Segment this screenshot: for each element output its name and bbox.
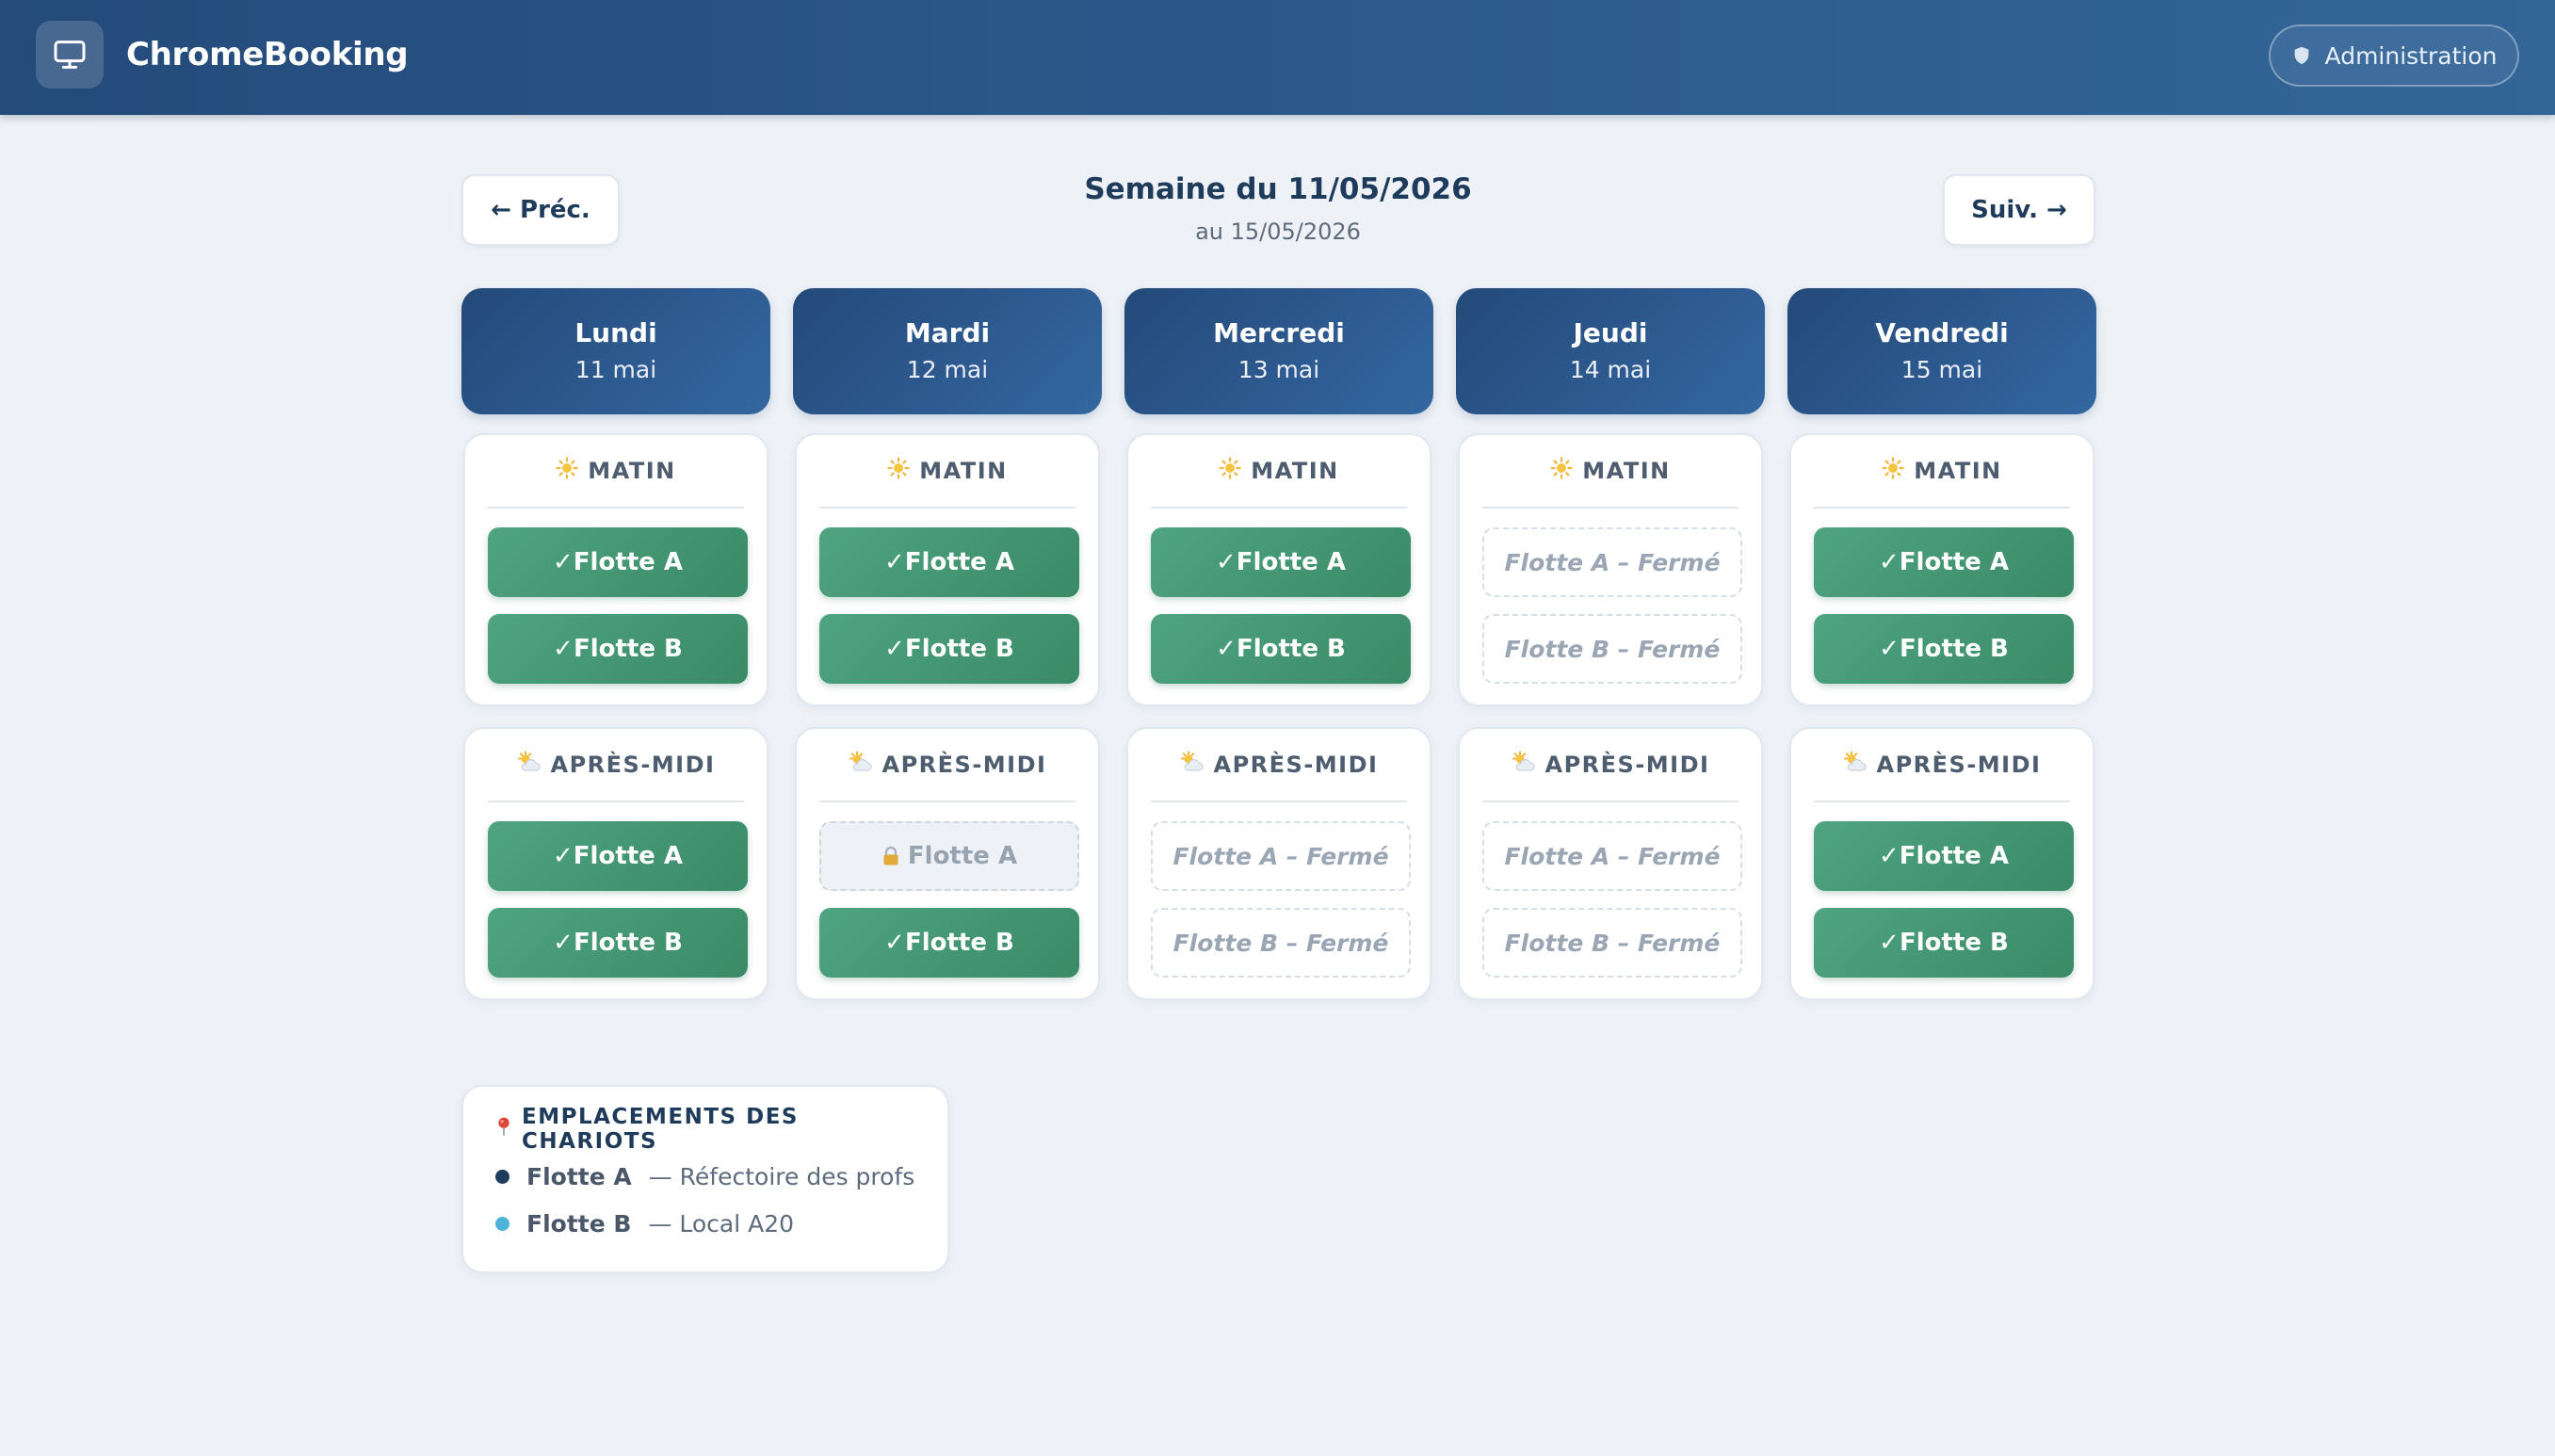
day-name: Mardi [904,317,991,348]
location-place: — Local A20 [648,1209,795,1238]
day-column-lundi: Lundi 11 mai MATIN ✓Flotte A ✓Flotte B APRÈS-… [461,288,770,1000]
app-title: ChromeBooking [126,36,409,73]
sun-cloud-icon [517,751,542,779]
book-fleet-button[interactable]: ✓Flotte B [819,908,1079,978]
book-fleet-button[interactable]: ✓Flotte B [488,908,748,978]
fleet-closed-slot: Flotte B – Fermé [1482,908,1742,978]
day-header: Vendredi 15 mai [1787,288,2096,414]
shield-icon [2294,46,2308,65]
sun-icon [1550,457,1573,485]
sun-cloud-icon [1512,751,1536,779]
next-week-button[interactable]: Suiv. → [1943,174,2095,246]
location-row: Flotte A — Réfectoire des profs [495,1153,915,1200]
location-fleet: Flotte B [526,1209,632,1238]
monitor-icon [36,21,104,89]
day-header: Mardi 12 mai [793,288,1102,414]
day-date: 15 mai [1900,356,1983,383]
day-name: Lundi [574,317,657,348]
day-date: 12 mai [906,356,989,383]
day-name: Jeudi [1573,317,1648,348]
map-pin-icon [495,1116,512,1142]
slot-label: MATIN [1814,435,2070,509]
cart-locations-title: EMPLACEMENTS DES CHARIOTS [495,1105,915,1154]
book-fleet-button[interactable]: ✓Flotte A [1814,821,2074,891]
morning-slot: MATIN Flotte A – Fermé Flotte B – Fermé [1458,433,1763,706]
fleet-booked-slot: Flotte A [819,821,1079,891]
morning-slot: MATIN ✓Flotte A ✓Flotte B [1789,433,2094,706]
fleet-closed-slot: Flotte A – Fermé [1482,821,1742,891]
book-fleet-button[interactable]: ✓Flotte B [1151,614,1411,684]
fleet-closed-slot: Flotte A – Fermé [1482,527,1742,597]
day-column-mercredi: Mercredi 13 mai MATIN ✓Flotte A ✓Flotte B APR… [1124,288,1433,1000]
book-fleet-button[interactable]: ✓Flotte B [819,614,1079,684]
book-fleet-button[interactable]: ✓Flotte A [819,527,1079,597]
sun-icon [1882,457,1904,485]
day-date: 11 mai [574,356,657,383]
slot-label: APRÈS-MIDI [1814,729,2070,802]
afternoon-slot: APRÈS-MIDI Flotte A – Fermé Flotte B – Fer… [1458,727,1763,1000]
sun-cloud-icon [1180,751,1205,779]
fleet-closed-slot: Flotte B – Fermé [1151,908,1411,978]
day-name: Mercredi [1213,317,1345,348]
day-header: Mercredi 13 mai [1124,288,1433,414]
sun-icon [1219,457,1241,485]
afternoon-slot: APRÈS-MIDI Flotte A ✓Flotte B [795,727,1100,1000]
day-date: 14 mai [1569,356,1652,383]
location-place: — Réfectoire des profs [648,1162,915,1190]
slot-label: APRÈS-MIDI [819,729,1075,802]
day-header: Lundi 11 mai [461,288,770,414]
book-fleet-button[interactable]: ✓Flotte B [1814,614,2074,684]
fleet-color-dot [495,1216,509,1231]
day-column-mardi: Mardi 12 mai MATIN ✓Flotte A ✓Flotte B APRÈS-… [793,288,1102,1000]
morning-slot: MATIN ✓Flotte A ✓Flotte B [463,433,768,706]
sun-icon [887,457,910,485]
book-fleet-button[interactable]: ✓Flotte B [488,614,748,684]
previous-week-button[interactable]: ← Préc. [461,174,620,246]
afternoon-slot: APRÈS-MIDI Flotte A – Fermé Flotte B – Fer… [1126,727,1431,1000]
week-title: Semaine du 11/05/2026 [1084,172,1472,206]
week-subtitle: au 15/05/2026 [1195,218,1361,245]
fleet-closed-slot: Flotte A – Fermé [1151,821,1411,891]
fleet-closed-slot: Flotte B – Fermé [1482,614,1742,684]
top-bar: ChromeBooking Administration [0,0,2555,115]
afternoon-slot: APRÈS-MIDI ✓Flotte A ✓Flotte B [463,727,768,1000]
slot-label: APRÈS-MIDI [1151,729,1407,802]
day-name: Vendredi [1875,317,2009,348]
slot-label: MATIN [1482,435,1738,509]
morning-slot: MATIN ✓Flotte A ✓Flotte B [1126,433,1431,706]
afternoon-slot: APRÈS-MIDI ✓Flotte A ✓Flotte B [1789,727,2094,1000]
slot-label: APRÈS-MIDI [488,729,744,802]
administration-label: Administration [2324,41,2498,70]
book-fleet-button[interactable]: ✓Flotte A [1151,527,1411,597]
book-fleet-button[interactable]: ✓Flotte A [488,527,748,597]
sun-cloud-icon [1843,751,1868,779]
lock-icon [881,846,900,866]
morning-slot: MATIN ✓Flotte A ✓Flotte B [795,433,1100,706]
administration-button[interactable]: Administration [2269,24,2519,87]
slot-label: MATIN [488,435,744,509]
slot-label: MATIN [819,435,1075,509]
day-date: 13 mai [1237,356,1320,383]
book-fleet-button[interactable]: ✓Flotte A [488,821,748,891]
slot-label: MATIN [1151,435,1407,509]
day-column-jeudi: Jeudi 14 mai MATIN Flotte A – Fermé Flotte B… [1456,288,1765,1000]
day-column-vendredi: Vendredi 15 mai MATIN ✓Flotte A ✓Flotte B APR… [1787,288,2096,1000]
sun-cloud-icon [849,751,873,779]
location-row: Flotte B — Local A20 [495,1200,915,1247]
cart-locations-card: EMPLACEMENTS DES CHARIOTS Flotte A — Réfe… [461,1085,949,1273]
location-fleet: Flotte A [526,1162,632,1190]
day-header: Jeudi 14 mai [1456,288,1765,414]
book-fleet-button[interactable]: ✓Flotte A [1814,527,2074,597]
slot-label: APRÈS-MIDI [1482,729,1738,802]
sun-icon [556,457,578,485]
book-fleet-button[interactable]: ✓Flotte B [1814,908,2074,978]
fleet-color-dot [495,1169,509,1184]
